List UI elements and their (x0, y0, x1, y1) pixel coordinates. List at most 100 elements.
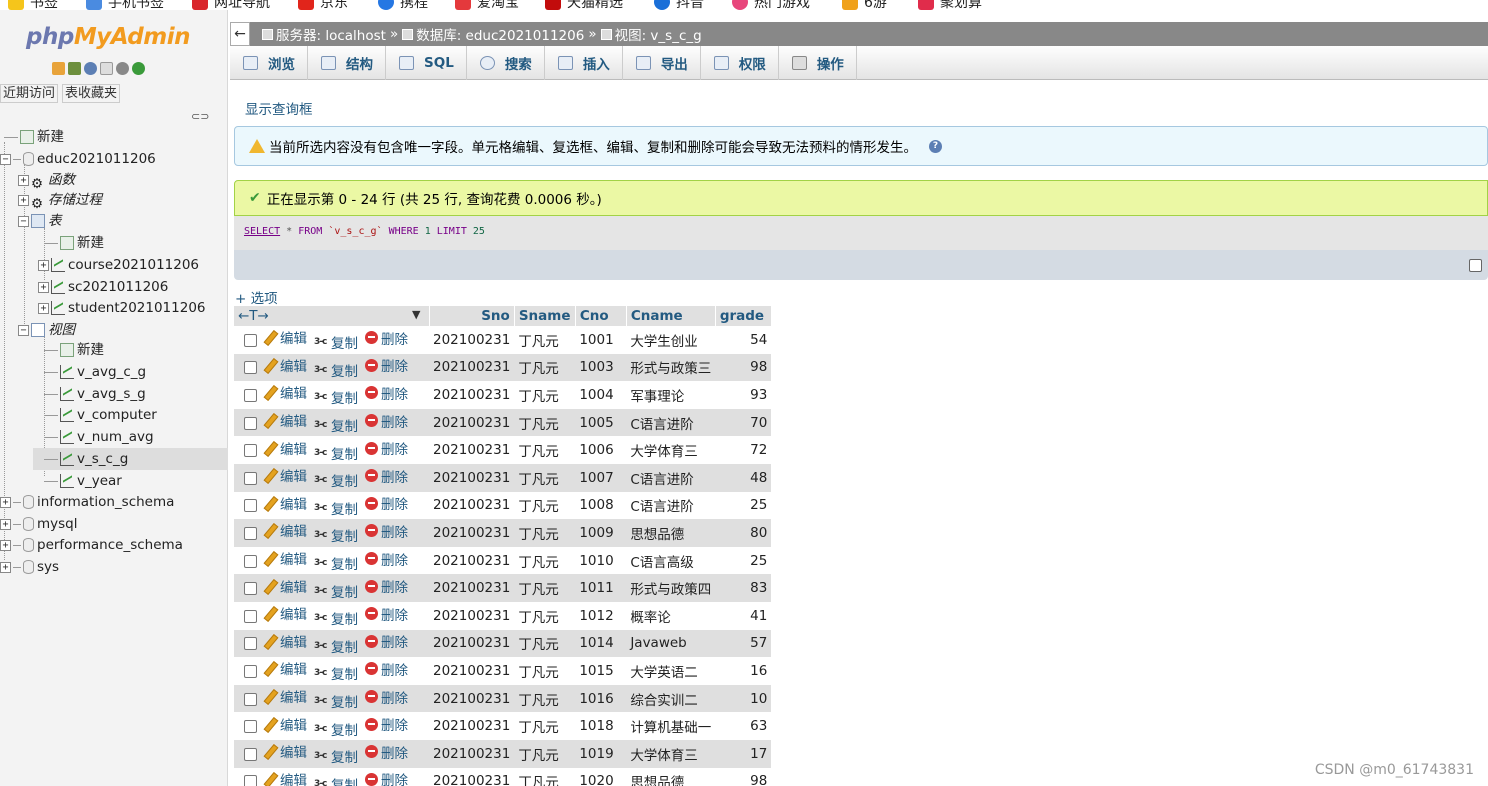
bookmark-item[interactable]: 6游 (842, 0, 887, 10)
copy-button[interactable]: 3-c 复制 (314, 663, 358, 683)
edit-button[interactable]: 编辑 (263, 714, 307, 734)
cell-cno[interactable]: 1009 (575, 519, 627, 547)
tree-db-item[interactable]: + information_schema (0, 491, 174, 513)
tree-views[interactable]: − 视图 (18, 319, 75, 341)
copy-button[interactable]: 3-c 复制 (314, 719, 358, 739)
cell-sno[interactable]: 202100231 (429, 712, 515, 740)
profiling-checkbox[interactable] (1469, 259, 1482, 272)
cell-sname[interactable]: 丁凡元 (514, 684, 576, 713)
cell-grade[interactable]: 57 (715, 629, 772, 658)
cell-grade[interactable]: 83 (715, 574, 772, 602)
expand-icon[interactable]: + (18, 174, 29, 186)
cell-cno[interactable]: 1004 (575, 381, 627, 409)
copy-button[interactable]: 3-c 复制 (314, 360, 358, 380)
copy-button[interactable]: 3-c 复制 (314, 387, 358, 407)
delete-button[interactable]: 删除 (365, 714, 408, 734)
column-resize-header[interactable]: ←T→ ▼ (234, 306, 430, 326)
cell-cno[interactable]: 1006 (575, 436, 627, 464)
tree-views-new[interactable]: 新建 (44, 339, 104, 361)
cell-grade[interactable]: 17 (715, 739, 772, 768)
delete-button[interactable]: 删除 (365, 549, 408, 569)
delete-button[interactable]: 删除 (365, 742, 408, 762)
row-checkbox[interactable] (244, 609, 257, 623)
cell-cno[interactable]: 1008 (575, 491, 627, 520)
link-icon[interactable]: ⊂⊃ (191, 110, 209, 123)
cell-sno[interactable]: 202100231 (429, 408, 515, 437)
copy-button[interactable]: 3-c 复制 (314, 332, 358, 352)
favorites-tab[interactable]: 表收藏夹 (62, 84, 121, 103)
bookmark-item[interactable]: 聚划算 (918, 0, 982, 10)
row-checkbox[interactable] (244, 637, 257, 651)
delete-button[interactable]: 删除 (365, 604, 408, 624)
cell-sname[interactable]: 丁凡元 (514, 629, 576, 658)
cell-cno[interactable]: 1014 (575, 629, 627, 658)
expand-icon[interactable]: + (0, 539, 11, 551)
copy-button[interactable]: 3-c 复制 (314, 608, 358, 628)
row-checkbox[interactable] (244, 554, 257, 568)
edit-button[interactable]: 编辑 (263, 438, 307, 458)
cell-cno[interactable]: 1012 (575, 601, 627, 630)
expand-icon[interactable]: + (0, 561, 11, 573)
cell-cno[interactable]: 1001 (575, 326, 627, 354)
cell-cname[interactable]: C语言进阶 (626, 463, 716, 492)
cell-sname[interactable]: 丁凡元 (514, 712, 576, 740)
delete-button[interactable]: 删除 (365, 383, 408, 403)
cell-sno[interactable]: 202100231 (429, 574, 515, 602)
edit-button[interactable]: 编辑 (263, 548, 307, 568)
cell-cname[interactable]: C语言进阶 (626, 408, 716, 437)
edit-button[interactable]: 编辑 (263, 327, 307, 347)
row-checkbox[interactable] (244, 582, 257, 596)
cell-sname[interactable]: 丁凡元 (514, 463, 576, 492)
expand-icon[interactable]: + (38, 281, 49, 293)
row-checkbox[interactable] (244, 388, 257, 402)
column-cno[interactable]: Cno (575, 306, 627, 326)
show-query-link[interactable]: 显示查询框 (245, 98, 313, 118)
bookmark-item[interactable]: 网址导航 (192, 0, 270, 10)
cell-cno[interactable]: 1011 (575, 574, 627, 602)
cell-sname[interactable]: 丁凡元 (514, 519, 576, 547)
cell-sno[interactable]: 202100231 (429, 353, 515, 382)
cell-cname[interactable]: 大学英语二 (626, 657, 716, 685)
bookmark-item[interactable]: 热门游戏 (732, 0, 810, 10)
tab-search[interactable]: 搜索 (467, 46, 545, 80)
copy-button[interactable]: 3-c 复制 (314, 746, 358, 766)
breadcrumb-server[interactable]: 服务器: localhost (262, 24, 386, 44)
cell-sno[interactable]: 202100231 (429, 436, 515, 464)
delete-button[interactable]: 删除 (365, 631, 408, 651)
delete-button[interactable]: 删除 (365, 769, 408, 786)
bookmark-item[interactable]: 爱淘宝 (455, 0, 519, 10)
tree-view-item[interactable]: v_avg_c_g (44, 361, 146, 383)
tree-table-sc[interactable]: + sc2021011206 (38, 276, 168, 298)
cell-cno[interactable]: 1016 (575, 684, 627, 713)
edit-button[interactable]: 编辑 (263, 686, 307, 706)
cell-sno[interactable]: 202100231 (429, 601, 515, 630)
edit-button[interactable]: 编辑 (263, 410, 307, 430)
bookmark-item[interactable]: 抖音 (654, 0, 704, 10)
tab-operations[interactable]: 操作 (779, 46, 857, 80)
cell-sno[interactable]: 202100231 (429, 684, 515, 713)
cell-cno[interactable]: 1005 (575, 408, 627, 437)
row-checkbox[interactable] (244, 444, 257, 458)
column-cname[interactable]: Cname (626, 306, 716, 326)
delete-button[interactable]: 删除 (365, 521, 408, 541)
cell-sno[interactable]: 202100231 (429, 491, 515, 520)
cell-sname[interactable]: 丁凡元 (514, 353, 576, 382)
tree-view-item[interactable]: v_year (44, 470, 122, 492)
copy-button[interactable]: 3-c 复制 (314, 525, 358, 545)
caret-down-icon[interactable]: ▼ (412, 308, 420, 321)
cell-cname[interactable]: 思想品德 (626, 767, 716, 786)
bookmark-item[interactable]: 天猫精选 (545, 0, 623, 10)
cell-cname[interactable]: 概率论 (626, 601, 716, 630)
copy-button[interactable]: 3-c 复制 (314, 691, 358, 711)
cell-sno[interactable]: 202100231 (429, 629, 515, 658)
tab-sql[interactable]: SQL (386, 46, 467, 80)
recent-tab[interactable]: 近期访问 (0, 84, 59, 103)
tree-tables-new[interactable]: 新建 (44, 232, 104, 254)
cell-grade[interactable]: 25 (715, 546, 772, 575)
cell-grade[interactable]: 10 (715, 684, 772, 713)
tree-db-item[interactable]: + mysql (0, 513, 78, 535)
delete-button[interactable]: 删除 (365, 466, 408, 486)
cell-cno[interactable]: 1018 (575, 712, 627, 740)
bookmark-item[interactable]: 书签 (8, 0, 58, 10)
cell-grade[interactable]: 63 (715, 712, 772, 740)
